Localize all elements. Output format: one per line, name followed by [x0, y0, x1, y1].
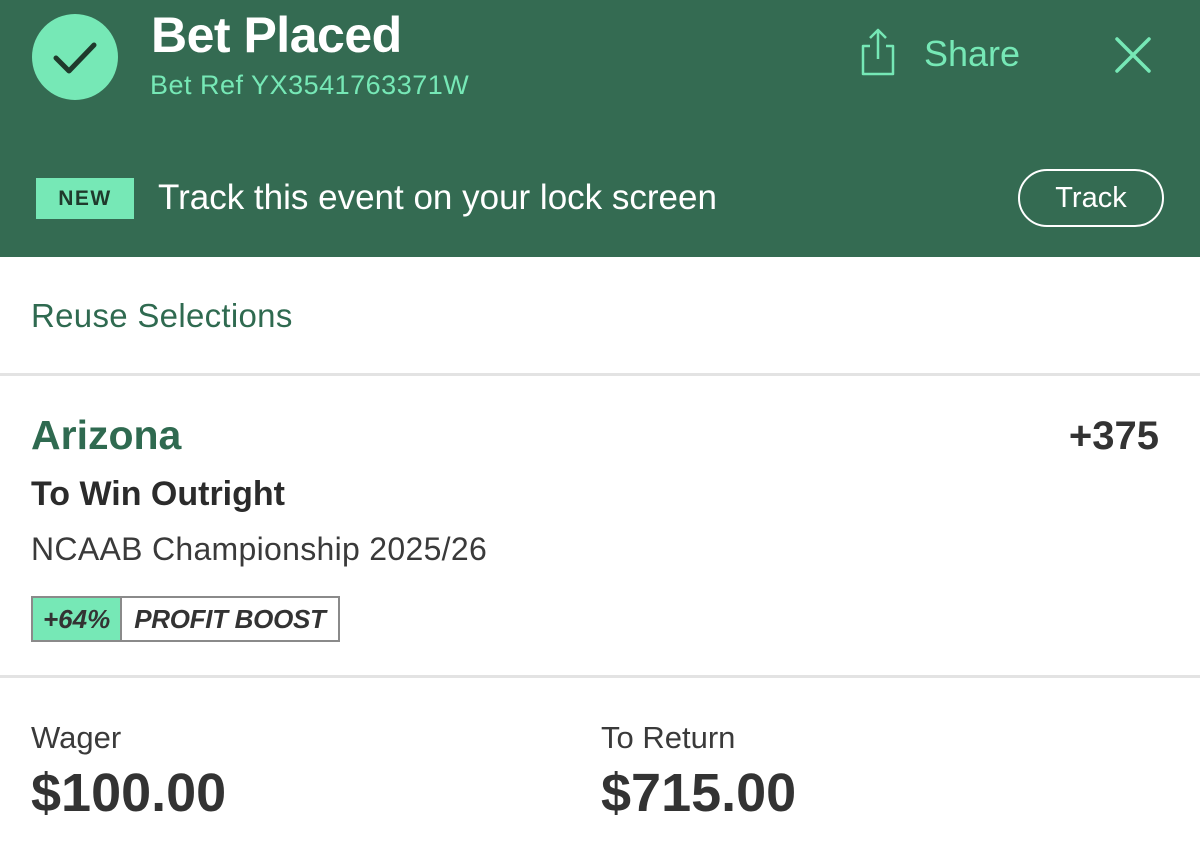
boost-percent: +64% [33, 598, 123, 640]
wager-amount: $100.00 [31, 763, 227, 823]
divider [0, 373, 1200, 376]
selection-event: NCAAB Championship 2025/26 [31, 531, 488, 567]
close-button[interactable] [1108, 30, 1158, 80]
boost-label: PROFIT BOOST [122, 598, 338, 640]
wager-label: Wager [31, 720, 122, 755]
share-button[interactable]: Share [858, 28, 1020, 80]
selection-odds: +375 [1068, 414, 1159, 458]
profit-boost-badge: +64% PROFIT BOOST [31, 596, 340, 642]
bet-confirmation-header: Bet Placed Bet Ref YX3541763371W Share N… [0, 0, 1200, 257]
reuse-selections-link[interactable]: Reuse Selections [31, 297, 293, 335]
check-icon [32, 14, 118, 100]
page-title: Bet Placed [151, 7, 402, 63]
to-return-label: To Return [601, 720, 736, 755]
bet-reference: Bet Ref YX3541763371W [150, 70, 470, 100]
track-button[interactable]: Track [1018, 169, 1164, 227]
divider [0, 675, 1200, 678]
close-icon [1108, 37, 1158, 84]
new-badge: NEW [36, 178, 134, 219]
track-banner-text: Track this event on your lock screen [158, 178, 717, 217]
selection-team: Arizona [31, 412, 182, 458]
to-return-amount: $715.00 [601, 763, 797, 823]
share-icon [858, 26, 898, 83]
selection-market: To Win Outright [31, 475, 285, 513]
share-label: Share [924, 33, 1021, 74]
